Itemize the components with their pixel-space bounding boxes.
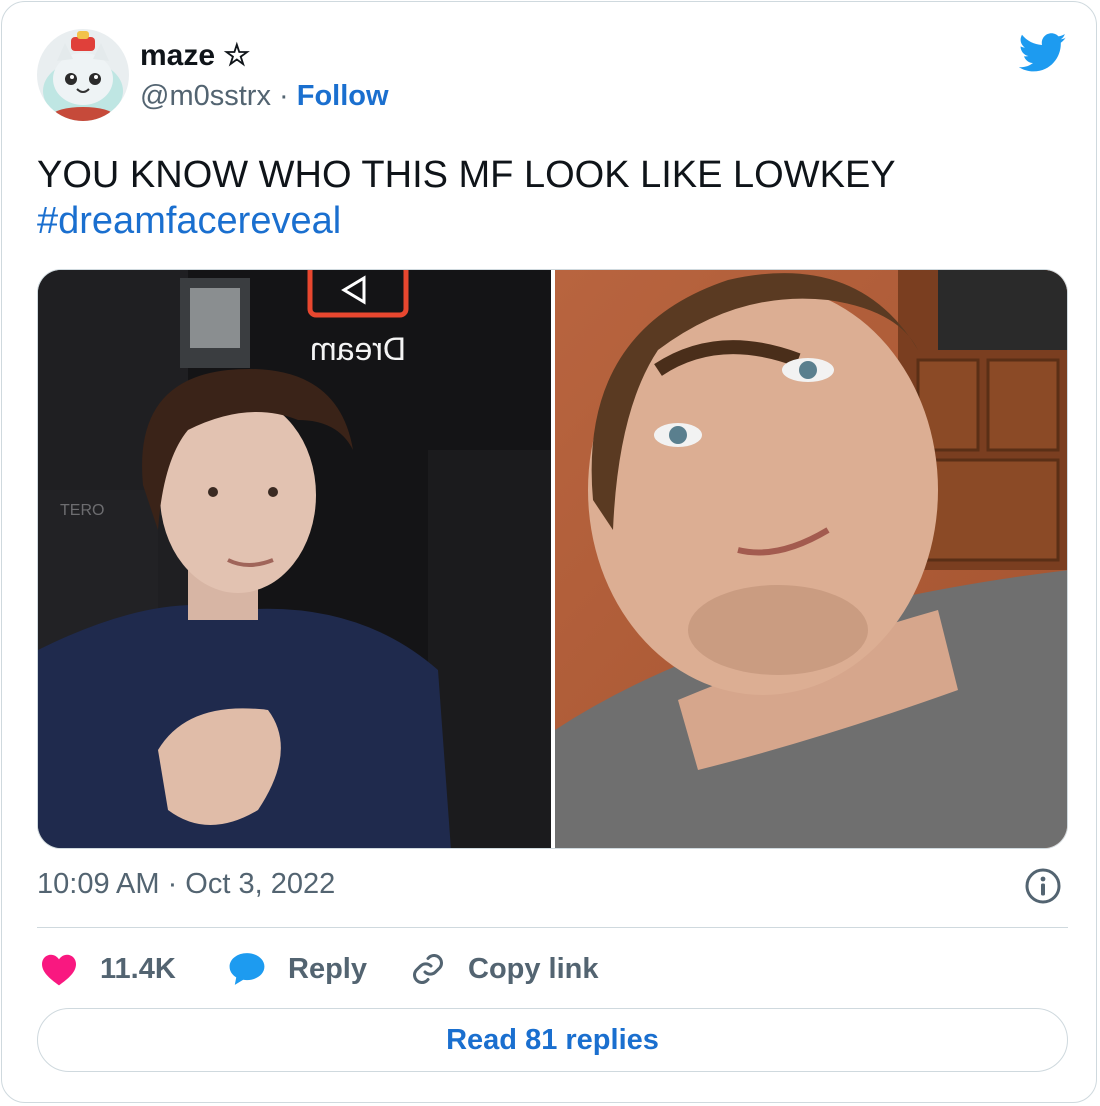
tweet-embed-card: maze ☆ @m0sstrx · Follow YOU KNOW WHO TH… — [1, 1, 1097, 1103]
tweet-text-block: YOU KNOW WHO THIS MF LOOK LIKE LOWKEY #d… — [37, 152, 1067, 244]
like-button[interactable]: 11.4K — [40, 948, 176, 990]
reply-button[interactable]: Reply — [228, 948, 367, 990]
read-replies-label: Read 81 replies — [446, 1023, 659, 1056]
media-photo-left[interactable]: Dream TERO — [38, 270, 551, 849]
tweet-timestamp[interactable]: 10:09 AM · Oct 3, 2022 — [37, 868, 335, 901]
read-replies-button[interactable]: Read 81 replies — [37, 1008, 1068, 1072]
info-icon[interactable] — [1024, 867, 1062, 905]
media-gap — [551, 270, 555, 848]
author-handle-row: @m0sstrx · Follow — [140, 80, 389, 113]
avatar[interactable] — [37, 29, 129, 121]
neon-sign-text: Dream — [310, 331, 406, 367]
reply-label: Reply — [288, 952, 367, 985]
tweet-text: YOU KNOW WHO THIS MF LOOK LIKE LOWKEY — [37, 154, 896, 196]
separator-dot: · — [279, 80, 289, 112]
copy-link-button[interactable]: Copy link — [410, 948, 599, 990]
author-handle[interactable]: @m0sstrx — [140, 80, 271, 112]
like-count: 11.4K — [100, 952, 176, 985]
copy-link-label: Copy link — [468, 952, 599, 985]
hashtag-link[interactable]: #dreamfacereveal — [37, 198, 1067, 244]
link-icon — [413, 954, 443, 984]
twitter-bird-icon[interactable] — [1019, 33, 1067, 73]
divider — [37, 927, 1068, 928]
media-photo-right[interactable] — [555, 270, 1068, 849]
reply-bubble-icon — [229, 953, 265, 985]
tweet-media[interactable]: Dream TERO — [37, 269, 1068, 849]
author-name[interactable]: maze ☆ — [140, 38, 250, 73]
follow-button[interactable]: Follow — [297, 80, 389, 112]
avatar-image — [37, 29, 129, 121]
chair-brand-text: TERO — [60, 502, 104, 519]
heart-icon — [42, 954, 76, 986]
